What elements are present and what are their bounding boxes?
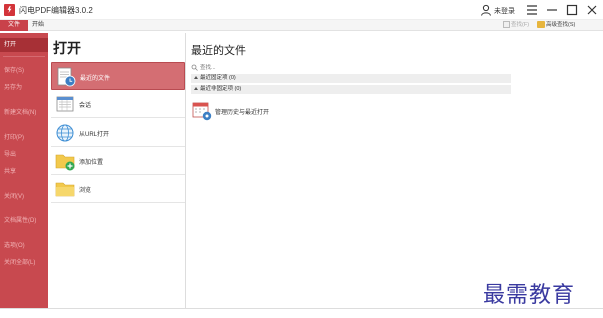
- sidebar-item-new-document[interactable]: 新建文档(N): [0, 106, 48, 120]
- find-label: 查找(F): [511, 22, 530, 28]
- folder-search-icon: [537, 21, 545, 29]
- open-item-recent-files[interactable]: 最近的文件: [51, 62, 185, 90]
- sidebar-item-save-as[interactable]: 另存为: [0, 81, 48, 95]
- sidebar-item-close-all[interactable]: 关闭全部(L): [0, 256, 48, 270]
- open-item-label: 最近的文件: [80, 76, 111, 82]
- open-item-browse[interactable]: 浏览: [51, 175, 185, 203]
- open-item-label: 添加位置: [79, 160, 104, 166]
- manage-history-button[interactable]: 管理历史与最近打开: [191, 100, 291, 122]
- search-icon: [191, 64, 198, 71]
- sidebar-item-print[interactable]: 打印(P): [0, 131, 48, 145]
- sidebar-divider: [3, 56, 45, 57]
- sidebar-item-share[interactable]: 共享: [0, 165, 48, 179]
- bottom-strip: [0, 308, 603, 318]
- expand-arrow-icon: [194, 76, 198, 80]
- folder-icon: [55, 182, 75, 197]
- find-button[interactable]: 查找(F): [503, 21, 529, 30]
- globe-icon: [56, 124, 74, 142]
- tab-file[interactable]: 文件: [0, 20, 28, 31]
- watermark-text: 最需教育: [483, 283, 576, 308]
- open-panel-title: 打开: [53, 40, 81, 56]
- maximize-button[interactable]: [564, 2, 580, 18]
- open-item-add-location[interactable]: 添加位置: [51, 147, 185, 175]
- unpinned-group-label: 最近非固定项 (0): [200, 86, 242, 92]
- tab-start[interactable]: 开始: [32, 20, 44, 31]
- sidebar-item-open[interactable]: 打开: [0, 38, 48, 52]
- unpinned-group-header[interactable]: 最近非固定项 (0): [191, 85, 511, 94]
- recent-files-panel: 最近的文件 最近固定项 (0) 最近非固定项 (0) 管理历史与最近打开: [187, 33, 603, 308]
- advanced-find-label: 高级查找(S): [546, 22, 576, 28]
- recent-files-icon: [57, 67, 76, 87]
- sidebar-item-export[interactable]: 导出: [0, 148, 48, 162]
- pinned-group-header[interactable]: 最近固定项 (0): [191, 74, 511, 83]
- user-icon[interactable]: [480, 4, 492, 16]
- calendar-gear-icon: [192, 102, 212, 121]
- open-item-label: 会话: [79, 103, 92, 109]
- open-item-session[interactable]: 会话: [51, 90, 185, 118]
- sidebar-item-document-properties[interactable]: 文档属性(D): [0, 214, 48, 228]
- session-icon: [56, 96, 74, 112]
- app-logo-icon: [4, 4, 15, 16]
- expand-arrow-icon: [194, 87, 198, 91]
- menu-icon[interactable]: [524, 2, 540, 18]
- app-title: 闪电PDF编辑器3.0.2: [19, 6, 93, 15]
- minimize-button[interactable]: [544, 2, 560, 18]
- sidebar-item-options[interactable]: 选项(O): [0, 239, 48, 253]
- close-button[interactable]: [584, 2, 600, 18]
- search-input[interactable]: [200, 63, 500, 72]
- advanced-find-button[interactable]: 高级查找(S): [537, 21, 575, 30]
- sidebar-item-close[interactable]: 关闭(V): [0, 190, 48, 204]
- open-panel: 打开 最近的文件 会话 从URL打开 添加位置 浏览: [48, 33, 186, 308]
- title-bar: 闪电PDF编辑器3.0.2 未登录: [0, 0, 603, 20]
- find-icon: [503, 21, 510, 29]
- ribbon-tab-bar: 文件 开始 查找(F) 高级查找(S): [0, 20, 603, 31]
- recent-search-box[interactable]: [191, 63, 511, 72]
- open-item-from-url[interactable]: 从URL打开: [51, 119, 185, 147]
- recent-files-title: 最近的文件: [191, 45, 246, 57]
- file-menu-sidebar: 打开 保存(S) 另存为 新建文档(N) 打印(P) 导出 共享 关闭(V) 文…: [0, 33, 48, 308]
- pinned-group-label: 最近固定项 (0): [200, 75, 236, 81]
- manage-history-label: 管理历史与最近打开: [215, 110, 270, 116]
- open-item-label: 从URL打开: [79, 132, 110, 138]
- add-folder-icon: [55, 154, 75, 171]
- login-status[interactable]: 未登录: [494, 6, 515, 16]
- sidebar-item-save[interactable]: 保存(S): [0, 64, 48, 78]
- open-item-label: 浏览: [79, 188, 92, 194]
